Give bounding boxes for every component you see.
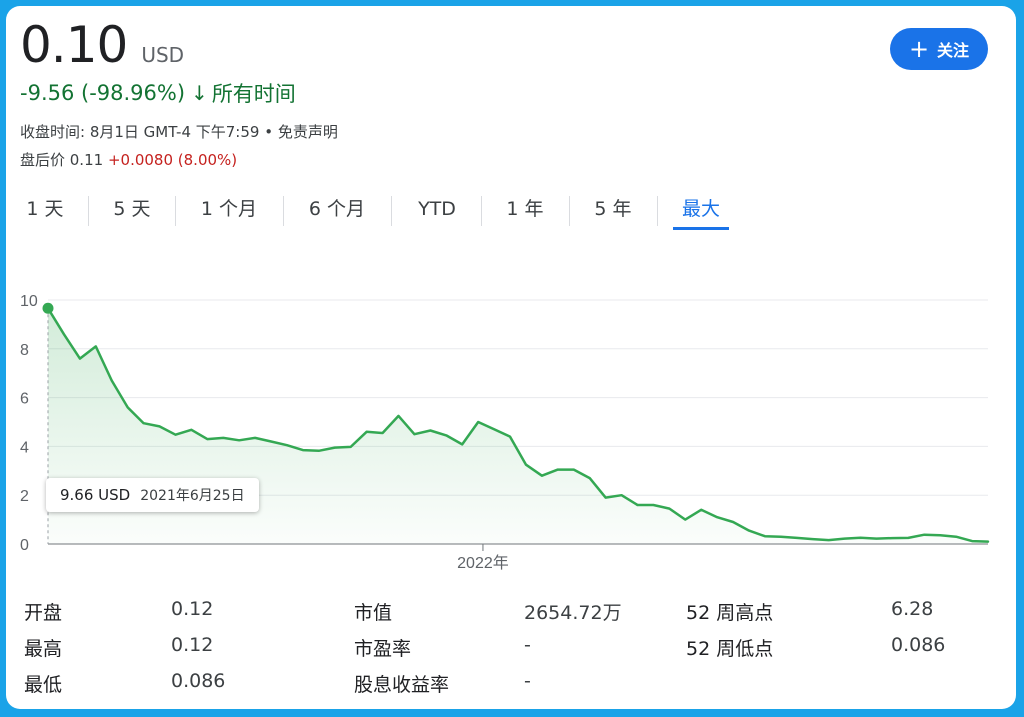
- stat-value-52w-high: 6.28: [891, 598, 934, 620]
- tab-5-days[interactable]: 5 天: [100, 192, 164, 230]
- x-tick-label: 2022年: [457, 554, 509, 572]
- change-period: 所有时间: [211, 82, 296, 106]
- tab-divider: [657, 196, 658, 226]
- price-header: 0.10 USD: [20, 16, 184, 74]
- tab-divider: [283, 196, 284, 226]
- tab-1-day[interactable]: 1 天: [14, 192, 76, 230]
- current-price: 0.10: [20, 16, 128, 74]
- stats-row: 开盘 0.12 市值 2654.72万 52 周高点 6.28: [6, 598, 1016, 628]
- time-range-tabs: 1 天 5 天 1 个月 6 个月 YTD 1 年 5 年 最大: [6, 192, 746, 232]
- arrow-down-icon: ↓: [191, 81, 208, 105]
- price-chart[interactable]: 0 2 4 6 8 10 2022年: [6, 276, 1016, 586]
- stat-label-market-cap: 市值: [354, 602, 393, 624]
- stat-label-pe-ratio: 市盈率: [354, 638, 412, 660]
- stat-value-pe-ratio: -: [524, 634, 531, 656]
- stat-value-market-cap: 2654.72万: [524, 602, 622, 624]
- tab-divider: [175, 196, 176, 226]
- stat-label-low: 最低: [24, 674, 63, 696]
- stat-value-low: 0.086: [171, 670, 226, 692]
- stat-value-open: 0.12: [171, 598, 214, 620]
- stat-value-high: 0.12: [171, 634, 214, 656]
- stats-row: 最低 0.086 股息收益率 -: [6, 670, 1016, 700]
- stock-card: 0.10 USD -9.56 (-98.96%) ↓ 所有时间 收盘时间: 8月…: [6, 6, 1016, 709]
- stat-value-dividend-yield: -: [524, 670, 531, 692]
- y-tick-label: 8: [20, 342, 29, 359]
- stat-label-open: 开盘: [24, 602, 63, 624]
- after-hours-price: 盘后价 0.11 +0.0080 (8.00%): [20, 149, 237, 170]
- currency-label: USD: [141, 43, 185, 67]
- plus-icon: +: [908, 35, 930, 63]
- price-change: -9.56 (-98.96%) ↓ 所有时间: [20, 78, 296, 108]
- stat-label-52w-low: 52 周低点: [686, 638, 774, 660]
- tab-divider: [391, 196, 392, 226]
- y-tick-label: 0: [20, 537, 29, 554]
- stat-label-52w-high: 52 周高点: [686, 602, 774, 624]
- follow-label: 关注: [937, 41, 970, 60]
- tab-ytd[interactable]: YTD: [402, 192, 472, 230]
- highlight-point: [42, 302, 54, 314]
- stat-label-high: 最高: [24, 638, 63, 660]
- tab-divider: [481, 196, 482, 226]
- y-tick-label: 6: [20, 391, 29, 408]
- chart-tooltip: 9.66 USD 2021年6月25日: [46, 478, 259, 512]
- tab-1-month[interactable]: 1 个月: [186, 192, 272, 230]
- tab-divider: [569, 196, 570, 226]
- tab-1-year[interactable]: 1 年: [492, 192, 558, 230]
- tooltip-date: 2021年6月25日: [140, 488, 245, 504]
- stat-value-52w-low: 0.086: [891, 634, 946, 656]
- change-value: -9.56 (-98.96%): [20, 81, 186, 105]
- follow-button[interactable]: + 关注: [890, 28, 988, 70]
- stats-row: 最高 0.12 市盈率 - 52 周低点 0.086: [6, 634, 1016, 664]
- after-hours-change: +0.0080 (8.00%): [107, 151, 238, 169]
- tab-max[interactable]: 最大: [673, 192, 729, 230]
- y-tick-label: 10: [20, 293, 38, 310]
- y-tick-label: 2: [20, 488, 29, 505]
- tab-divider: [88, 196, 89, 226]
- after-hours-label: 盘后价 0.11: [20, 151, 104, 169]
- stat-label-dividend-yield: 股息收益率: [354, 674, 450, 696]
- y-tick-label: 4: [20, 439, 29, 456]
- close-time-info: 收盘时间: 8月1日 GMT-4 下午7:59 • 免责声明: [20, 123, 338, 141]
- tooltip-value: 9.66 USD: [60, 486, 131, 504]
- tab-6-months[interactable]: 6 个月: [294, 192, 380, 230]
- tab-5-years[interactable]: 5 年: [580, 192, 646, 230]
